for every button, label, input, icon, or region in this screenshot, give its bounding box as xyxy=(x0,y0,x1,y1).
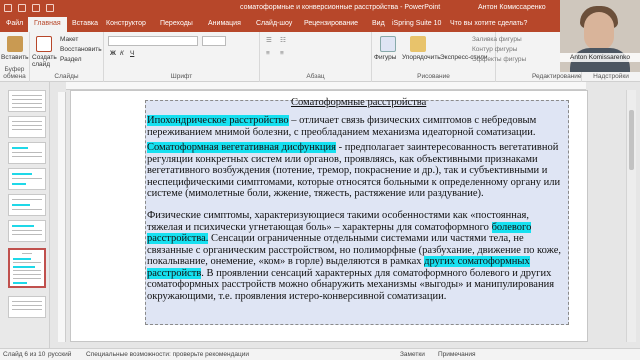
undo-icon[interactable] xyxy=(18,4,26,12)
slide-thumbnail[interactable] xyxy=(8,220,46,242)
language-indicator[interactable]: русский xyxy=(48,351,71,358)
start-slideshow-icon[interactable] xyxy=(46,4,54,12)
slide-thumbnail[interactable] xyxy=(8,168,46,190)
font-group: Ж К Ч Шрифт xyxy=(104,32,260,82)
scrollbar-thumb[interactable] xyxy=(629,110,634,170)
align-left-icon[interactable]: ≡ xyxy=(266,50,270,57)
slide-title[interactable]: Соматоформные расстройства xyxy=(291,97,426,108)
numbering-icon[interactable]: ☷ xyxy=(280,36,286,44)
new-slide-button[interactable]: Создать слайд xyxy=(32,54,60,68)
tab-home[interactable]: Главная xyxy=(28,17,67,32)
paragraph-group-label: Абзац xyxy=(306,73,325,80)
editing-group-label: Редактирование xyxy=(532,73,582,80)
webcam-face xyxy=(584,12,614,50)
drawing-group-label: Рисование xyxy=(417,73,450,80)
tab-insert[interactable]: Вставка xyxy=(72,20,98,27)
notes-button[interactable]: Заметки xyxy=(400,351,425,358)
tab-slideshow[interactable]: Слайд-шоу xyxy=(256,20,292,27)
bullets-icon[interactable]: ☰ xyxy=(266,36,272,44)
slide-thumbnail[interactable] xyxy=(8,296,46,318)
slide-canvas: Соматоформные расстройства Ипохондрическ… xyxy=(70,90,588,342)
clipboard-group-label: Буфер обмена xyxy=(3,66,26,80)
align-center-icon[interactable]: ≡ xyxy=(280,50,284,57)
accessibility-status[interactable]: Специальные возможности: проверьте реком… xyxy=(86,351,249,358)
slide-thumbnails-pane xyxy=(0,82,50,348)
slides-group: Создать слайд Макет Восстановить Раздел … xyxy=(30,32,104,82)
slides-group-label: Слайды xyxy=(54,73,79,80)
tab-design[interactable]: Конструктор xyxy=(106,20,146,27)
shapes-icon[interactable] xyxy=(380,36,396,52)
arrange-icon[interactable] xyxy=(410,36,426,52)
fill-button[interactable]: Заливка фигуры xyxy=(472,36,522,43)
font-size-input[interactable] xyxy=(202,36,226,46)
redo-icon[interactable] xyxy=(32,4,40,12)
vertical-ruler xyxy=(58,92,66,342)
tab-view[interactable]: Вид xyxy=(372,20,385,27)
paragraph-group: ☰ ☷ ≡ ≡ Абзац xyxy=(260,32,372,82)
addins-group-label: Надстройки xyxy=(593,73,629,80)
drawing-group: Фигуры Упорядочить Экспресс-стили Заливк… xyxy=(372,32,526,82)
paragraph-pain-text-a: Физические симптомы, характеризующиеся т… xyxy=(147,210,529,233)
horizontal-ruler xyxy=(66,82,586,90)
reset-button[interactable]: Восстановить xyxy=(60,46,102,53)
comments-button[interactable]: Примечания xyxy=(438,351,476,358)
slide-counter: Слайд 6 из 10 xyxy=(3,351,46,358)
font-group-label: Шрифт xyxy=(170,73,193,80)
paragraph-pain-text-c: . В проявлении сенсаций характерных для … xyxy=(147,267,555,302)
font-family-input[interactable] xyxy=(108,36,198,46)
ribbon-tabs: Файл Главная Вставка Конструктор Переход… xyxy=(0,17,640,32)
status-bar: Слайд 6 из 10 русский Специальные возмож… xyxy=(0,348,640,360)
tab-ispring[interactable]: iSpring Suite 10 xyxy=(392,20,441,27)
title-bar: соматоформные и конверсионные расстройст… xyxy=(0,0,640,17)
slide-thumbnail[interactable] xyxy=(8,90,46,112)
save-icon[interactable] xyxy=(4,4,12,12)
italic-icon[interactable]: К xyxy=(120,50,124,57)
slide-thumbnail-selected[interactable] xyxy=(8,248,46,288)
slide-thumbnail[interactable] xyxy=(8,194,46,216)
highlight-vegetative: Соматоформная вегетативная дисфункция xyxy=(147,142,336,153)
user-name[interactable]: Антон Комиссаренко xyxy=(478,4,546,11)
layout-button[interactable]: Макет xyxy=(60,36,78,43)
paragraph-hypochondria[interactable]: Ипохондрическое расстройство – отличает … xyxy=(147,115,567,138)
vertical-scrollbar[interactable] xyxy=(626,90,636,342)
tell-me-search[interactable]: Что вы хотите сделать? xyxy=(450,20,527,27)
ribbon: Вставить Буфер обмена Создать слайд Маке… xyxy=(0,32,640,82)
tab-transitions[interactable]: Переходы xyxy=(160,20,193,27)
clipboard-group: Вставить Буфер обмена xyxy=(0,32,30,82)
window-title: соматоформные и конверсионные расстройст… xyxy=(240,4,441,11)
outline-button[interactable]: Контур фигуры xyxy=(472,46,517,53)
highlight-hypochondria: Ипохондрическое расстройство xyxy=(147,115,289,126)
new-slide-icon[interactable] xyxy=(36,36,52,52)
shapes-button[interactable]: Фигуры xyxy=(374,54,396,61)
tab-animations[interactable]: Анимация xyxy=(208,20,241,27)
paste-button[interactable]: Вставить xyxy=(1,54,29,61)
underline-icon[interactable]: Ч xyxy=(130,50,134,57)
paste-icon[interactable] xyxy=(7,36,23,52)
bold-icon[interactable]: Ж xyxy=(110,50,116,57)
section-button[interactable]: Раздел xyxy=(60,56,81,63)
paragraph-pain[interactable]: Физические симптомы, характеризующиеся т… xyxy=(147,210,567,302)
tab-file[interactable]: Файл xyxy=(6,20,23,27)
slide-thumbnail[interactable] xyxy=(8,142,46,164)
webcam-overlay: Anton Komissarenko xyxy=(560,0,640,72)
quick-access-toolbar xyxy=(4,4,54,12)
webcam-name: Anton Komissarenko xyxy=(560,53,640,62)
tab-review[interactable]: Рецензирование xyxy=(304,20,358,27)
effects-button[interactable]: Эффекты фигуры xyxy=(472,56,526,63)
slide-thumbnail[interactable] xyxy=(8,116,46,138)
paragraph-vegetative[interactable]: Соматоформная вегетативная дисфункция - … xyxy=(147,142,567,200)
arrange-button[interactable]: Упорядочить xyxy=(402,54,441,61)
